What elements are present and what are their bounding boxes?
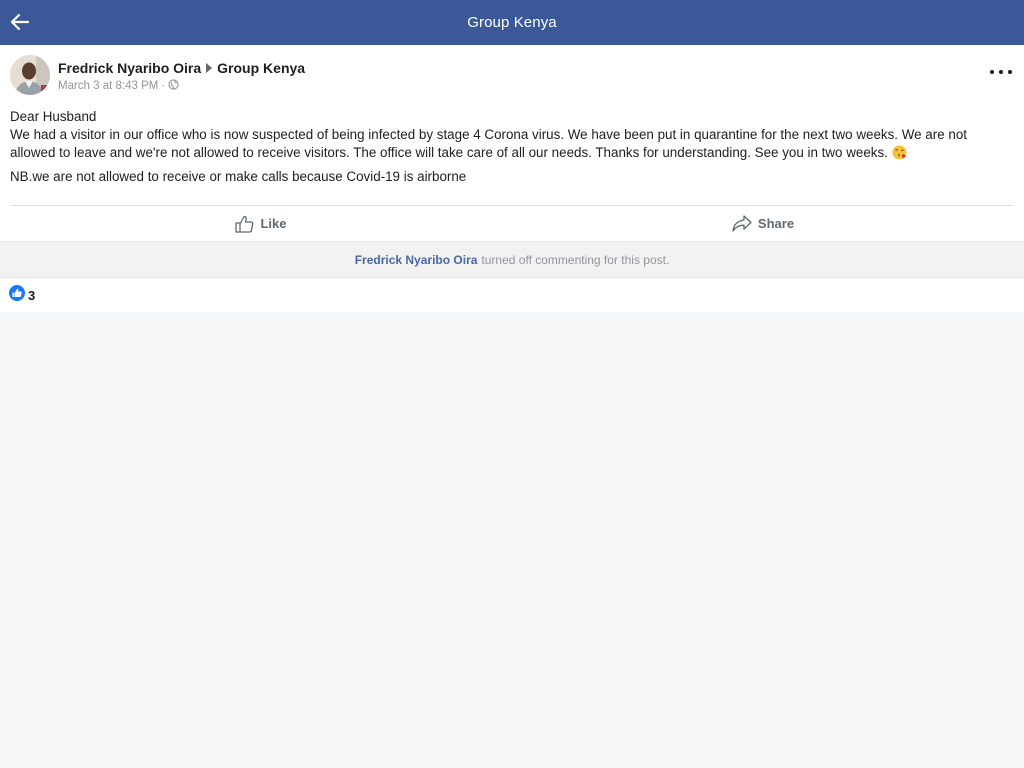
- post-paragraph: We had a visitor in our office who is no…: [10, 127, 967, 160]
- post-body: Dear Husband We had a visitor in our off…: [10, 108, 1014, 186]
- notice-text: turned off commenting for this post.: [481, 252, 670, 267]
- comments-disabled-notice: Fredrick Nyaribo Oira turned off comment…: [0, 241, 1024, 278]
- reactions-summary[interactable]: 3: [0, 278, 1024, 312]
- share-arrow-icon: [732, 215, 752, 232]
- thumbs-up-icon: [235, 215, 254, 233]
- share-button[interactable]: Share: [512, 206, 1014, 241]
- post-meta: March 3 at 8:43 PM ·: [58, 79, 179, 93]
- top-app-bar: Group Kenya: [0, 0, 1024, 45]
- post-header: Fredrick Nyaribo Oira Group Kenya: [58, 60, 305, 76]
- share-label: Share: [757, 216, 795, 231]
- post-nb: NB.we are not allowed to receive or make…: [10, 169, 467, 184]
- more-options-icon[interactable]: [990, 65, 1012, 79]
- reaction-count: 3: [28, 287, 36, 303]
- post-greeting: Dear Husband: [10, 109, 97, 124]
- globe-icon: [168, 79, 179, 93]
- post-card: Fredrick Nyaribo Oira Group Kenya March …: [0, 45, 1024, 241]
- page-title: Group Kenya: [467, 14, 557, 31]
- caret-right-icon: [206, 63, 213, 73]
- notice-author-link[interactable]: Fredrick Nyaribo Oira: [355, 253, 478, 267]
- post-actions: Like Share: [10, 205, 1014, 241]
- post-timestamp[interactable]: March 3 at 8:43 PM: [58, 80, 158, 92]
- like-reaction-icon: [8, 284, 26, 307]
- back-arrow-icon[interactable]: [10, 12, 30, 32]
- kiss-emoji-icon: [892, 145, 907, 160]
- author-name[interactable]: Fredrick Nyaribo Oira: [58, 60, 201, 76]
- author-avatar[interactable]: [10, 55, 50, 95]
- like-button[interactable]: Like: [10, 206, 512, 241]
- meta-separator: ·: [161, 80, 166, 92]
- group-name[interactable]: Group Kenya: [217, 60, 305, 76]
- like-label: Like: [260, 216, 287, 231]
